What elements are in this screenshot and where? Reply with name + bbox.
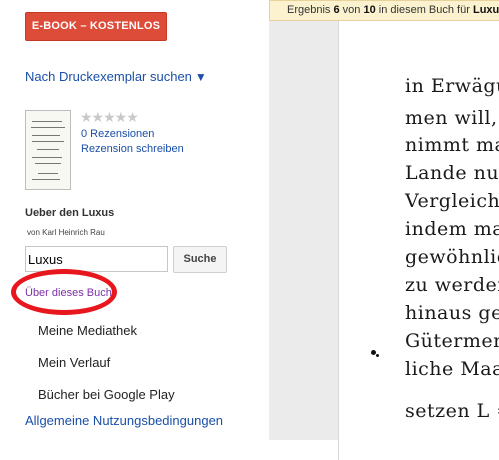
scan-text-line: men will, <box>405 107 498 129</box>
scan-text-line: gewöhnlich <box>405 246 499 268</box>
find-print-copy-link[interactable]: Nach Druckexemplar suchen ▼ <box>25 69 207 84</box>
reviews-link[interactable]: 0 Rezensionen <box>81 128 154 140</box>
scan-text-line: setzen L = <box>405 400 499 422</box>
search-in-book-input[interactable] <box>25 246 168 272</box>
result-suffix: in diesem Buch für <box>378 4 470 16</box>
nav-my-library[interactable]: Meine Mediathek <box>38 323 137 338</box>
scan-text-line: Gütermen <box>405 330 499 352</box>
scan-text-line: Lande nur <box>405 162 499 184</box>
write-review-link[interactable]: Rezension schreiben <box>81 143 184 155</box>
result-query: Luxus <box>472 4 499 16</box>
book-author: von Karl Heinrich Rau <box>27 228 105 237</box>
nav-my-history[interactable]: Mein Verlauf <box>38 355 110 370</box>
result-middle: von <box>342 4 361 16</box>
result-prefix: Ergebnis <box>287 4 331 16</box>
result-current: 6 <box>333 4 340 16</box>
find-print-copy-label: Nach Druckexemplar suchen <box>25 69 192 84</box>
search-button[interactable]: Suche <box>173 246 227 273</box>
book-cover-thumbnail[interactable] <box>25 110 71 190</box>
about-this-book-link[interactable]: Über dieses Buch <box>25 287 112 299</box>
scan-text-line: hinaus geh <box>405 302 499 324</box>
dropdown-arrow-icon: ▼ <box>194 70 207 84</box>
sidebar: E-BOOK – KOSTENLOS Nach Druckexemplar su… <box>0 0 269 440</box>
result-total: 10 <box>363 4 376 16</box>
scan-text-line: in Erwägu <box>405 75 499 97</box>
scan-text-line: Vergleiche <box>405 190 499 212</box>
scan-text-line: nimmt ma <box>405 134 499 156</box>
search-result-bar: Ergebnis 6 von 10 in diesem Buch für Lux… <box>269 0 499 21</box>
scan-text-line: zu werden <box>405 274 499 296</box>
ebook-free-button[interactable]: E-BOOK – KOSTENLOS <box>25 12 167 41</box>
scan-speck <box>376 354 379 357</box>
book-title: Ueber den Luxus <box>25 207 115 219</box>
terms-of-service-link[interactable]: Allgemeine Nutzungsbedingungen <box>25 413 223 428</box>
scan-text-line: indem ma <box>405 218 499 240</box>
scan-text-line: liche Maa <box>405 358 499 380</box>
rating-stars-icon: ★★★★★ <box>80 109 139 125</box>
nav-google-play-books[interactable]: Bücher bei Google Play <box>38 387 175 402</box>
